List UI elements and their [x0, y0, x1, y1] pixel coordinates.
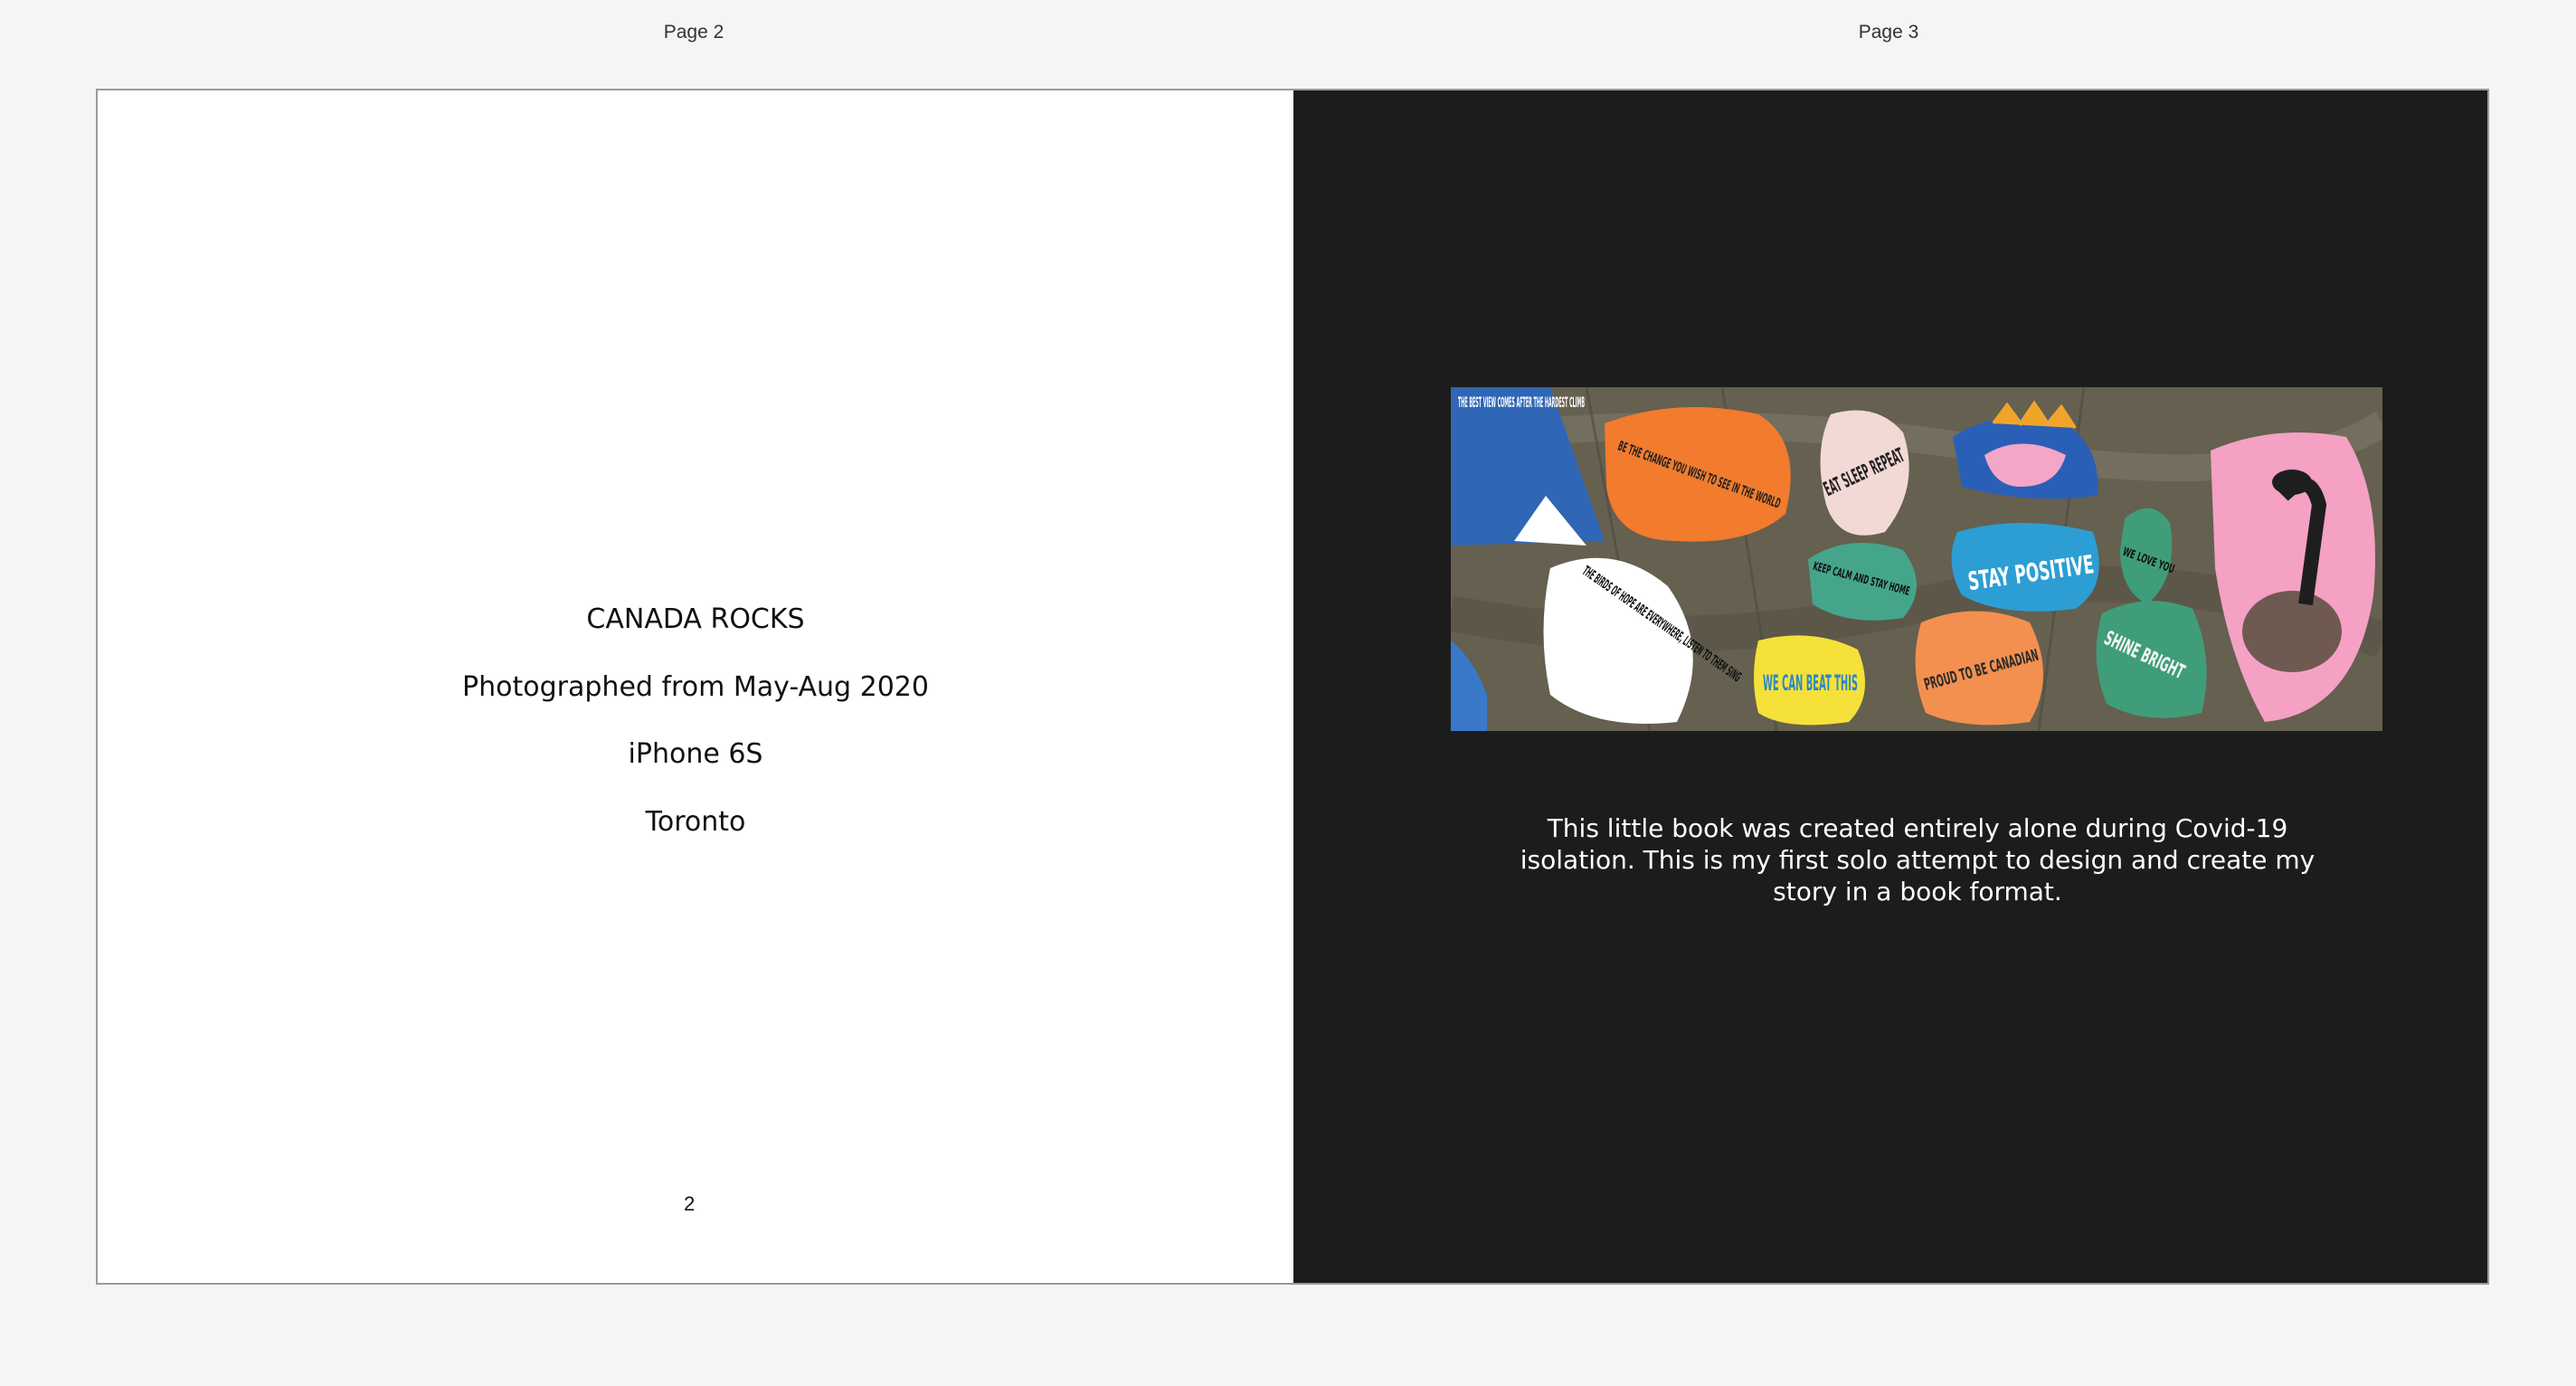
camera-device: iPhone 6S	[628, 738, 763, 770]
title-credits: CANADA ROCKS Photographed from May-Aug 2…	[98, 597, 1293, 867]
book-caption: This little book was created entirely al…	[1520, 813, 2316, 907]
rock-text-8: WE CAN BEAT THIS	[1763, 670, 1858, 696]
painted-rocks-image: THE BEST VIEW COMES AFTER THE HARDEST CL…	[1451, 387, 2382, 731]
photo-location: Toronto	[645, 805, 746, 838]
page-2[interactable]: CANADA ROCKS Photographed from May-Aug 2…	[98, 90, 1293, 1283]
book-spread: CANADA ROCKS Photographed from May-Aug 2…	[96, 89, 2489, 1285]
page-label-right: Page 3	[1858, 22, 1919, 43]
page-3[interactable]: THE BEST VIEW COMES AFTER THE HARDEST CL…	[1293, 90, 2487, 1283]
painted-rocks-photo[interactable]: THE BEST VIEW COMES AFTER THE HARDEST CL…	[1451, 387, 2382, 731]
page-label-left: Page 2	[663, 22, 724, 43]
page-number: 2	[684, 1192, 696, 1215]
book-title: CANADA ROCKS	[586, 603, 805, 635]
photo-dates: Photographed from May-Aug 2020	[462, 670, 929, 703]
rock-text-1: THE BEST VIEW COMES AFTER THE HARDEST CL…	[1458, 394, 1585, 411]
